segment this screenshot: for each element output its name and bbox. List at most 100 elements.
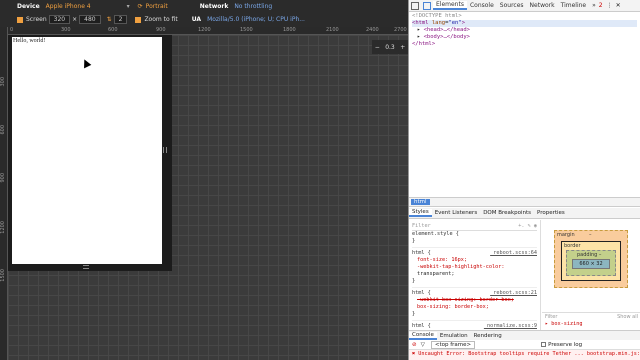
- swap-dimensions-icon[interactable]: ⇅: [107, 16, 112, 23]
- box-model-border[interactable]: border padding – 660 × 32: [561, 241, 621, 281]
- ruler-tick: 1200: [0, 221, 6, 234]
- more-tabs-button[interactable]: »: [589, 2, 599, 9]
- element-style-selector[interactable]: element.style {: [412, 231, 537, 238]
- zoom-out-button[interactable]: −: [375, 44, 380, 51]
- resize-handle-bottom[interactable]: [83, 265, 89, 269]
- tab-elements[interactable]: Elements: [433, 1, 467, 10]
- style-property-overridden[interactable]: -webkit-box-sizing: border-box;: [412, 297, 537, 304]
- mouse-cursor-icon: [80, 57, 92, 69]
- rule-close-brace: }: [412, 278, 416, 284]
- menu-icon[interactable]: ⋮: [607, 2, 613, 9]
- rule-close-brace: }: [412, 311, 416, 317]
- device-mode-icon[interactable]: [423, 1, 431, 10]
- show-all-checkbox[interactable]: Show all: [617, 314, 638, 320]
- ruler-top: 0 300 600 900 1200 1500 1800 2100 2400 2…: [8, 27, 408, 35]
- zoom-to-fit-label: Zoom to fit: [144, 16, 178, 23]
- breadcrumb: html: [409, 197, 640, 207]
- tab-event-listeners[interactable]: Event Listeners: [432, 210, 481, 216]
- box-model-padding[interactable]: padding – 660 × 32: [566, 250, 616, 276]
- tab-styles[interactable]: Styles: [409, 209, 432, 217]
- computed-filter[interactable]: Filter Show all: [542, 312, 640, 321]
- dom-head-node[interactable]: ▸ <head>…</head>: [412, 27, 637, 34]
- rotate-icon[interactable]: ⟳: [138, 3, 143, 10]
- tab-console[interactable]: Console: [467, 2, 497, 9]
- zoom-to-fit-checkbox[interactable]: [135, 16, 142, 23]
- rule1-source-link[interactable]: _reboot.scss:64: [490, 250, 537, 257]
- screen-checkbox[interactable]: [17, 16, 23, 23]
- orientation-button[interactable]: Portrait: [146, 3, 168, 10]
- ruler-tick: 1800: [283, 27, 296, 33]
- emulation-toolbar: Device Apple iPhone 4 ▾ ⟳ Portrait Netwo…: [0, 0, 408, 27]
- rule2-source-link[interactable]: _reboot.scss:21: [490, 290, 537, 297]
- filter-icon[interactable]: ▽: [421, 342, 425, 348]
- computed-filter-input[interactable]: Filter: [545, 314, 557, 320]
- error-count-badge[interactable]: 2: [599, 2, 603, 9]
- dom-html-close[interactable]: </html>: [412, 41, 637, 48]
- style-property[interactable]: box-sizing: border-box;: [412, 304, 537, 311]
- breadcrumb-item-html[interactable]: html: [411, 199, 430, 205]
- devtools-panel: Elements Console Sources Network Timelin…: [408, 0, 640, 360]
- tab-sources[interactable]: Sources: [497, 2, 527, 9]
- tab-timeline[interactable]: Timeline: [558, 2, 590, 9]
- rule3-selector[interactable]: html {: [412, 323, 431, 329]
- ruler-tick: 300: [61, 27, 71, 33]
- ua-input[interactable]: Mozilla/5.0 (iPhone; U; CPU iPh...: [207, 16, 305, 23]
- rule3-source-link[interactable]: _normalize.scss:9: [484, 323, 537, 330]
- ruler-tick: 0: [10, 27, 14, 33]
- tab-drawer-emulation[interactable]: Emulation: [437, 333, 471, 339]
- ruler-left: 300 600 900 1200 1500: [0, 27, 8, 360]
- dpr-input[interactable]: 2: [113, 15, 128, 24]
- screen-width-input[interactable]: 320: [48, 15, 71, 24]
- tab-network[interactable]: Network: [527, 2, 558, 9]
- box-model-content[interactable]: 660 × 32: [572, 259, 610, 269]
- add-rule-icon[interactable]: +. ✎ ◉: [518, 223, 537, 229]
- screen-x-separator: ×: [72, 16, 78, 23]
- box-model-padding-label: padding –: [577, 252, 602, 258]
- ruler-tick: 600: [0, 125, 6, 135]
- screen-label: Screen: [26, 16, 47, 23]
- ruler-tick: 2100: [326, 27, 339, 33]
- resize-handle-right[interactable]: [163, 147, 167, 153]
- clear-console-icon[interactable]: ⊘: [412, 342, 417, 348]
- style-property[interactable]: -webkit-tap-highlight-color:: [412, 264, 537, 271]
- ua-label: UA: [191, 16, 202, 23]
- rule2-selector[interactable]: html {: [412, 290, 431, 296]
- box-model-margin[interactable]: margin – border padding – 660 × 32: [554, 230, 628, 288]
- box-model: margin – border padding – 660 × 32 Filte…: [542, 220, 640, 330]
- dom-body-node[interactable]: ▸ <body>…</body>: [412, 34, 637, 41]
- style-property-value[interactable]: transparent;: [412, 271, 537, 278]
- inspect-icon[interactable]: [411, 1, 419, 10]
- preserve-log-checkbox[interactable]: [541, 342, 547, 347]
- device-label: Device: [17, 3, 40, 10]
- dom-tree: <!DOCTYPE html> <html lang="en"> ▸ <head…: [409, 12, 640, 197]
- network-select[interactable]: No throttling: [234, 3, 272, 10]
- device-viewport[interactable]: Hello, world!: [12, 37, 162, 264]
- dom-html-node[interactable]: <html lang="en">: [412, 20, 637, 27]
- rule1-selector[interactable]: html {: [412, 250, 431, 256]
- ruler-tick: 300: [0, 77, 6, 87]
- computed-property[interactable]: ▸ box-sizing: [545, 321, 582, 327]
- rule-close-brace: }: [412, 238, 416, 244]
- close-icon[interactable]: ✕: [616, 2, 621, 9]
- console-error-message[interactable]: ✖ Uncaught Error: Bootstrap tooltips req…: [409, 350, 640, 360]
- tab-properties[interactable]: Properties: [534, 210, 568, 216]
- tab-dom-breakpoints[interactable]: DOM Breakpoints: [480, 210, 534, 216]
- zoom-control: − 0.3 +: [372, 40, 408, 54]
- dom-doctype[interactable]: <!DOCTYPE html>: [412, 13, 637, 20]
- styles-filter-input[interactable]: Filter: [412, 223, 431, 229]
- ruler-tick: 1500: [240, 27, 253, 33]
- ruler-tick: 1200: [198, 27, 211, 33]
- tab-drawer-rendering[interactable]: Rendering: [471, 333, 505, 339]
- screen-height-input[interactable]: 480: [79, 15, 101, 24]
- emulation-canvas: Hello, world! − 0.3 +: [8, 35, 408, 360]
- style-property[interactable]: font-size: 16px;: [412, 257, 537, 264]
- styles-filter[interactable]: Filter +. ✎ ◉: [412, 222, 537, 231]
- frame-select[interactable]: <top frame>: [430, 340, 476, 349]
- device-select[interactable]: Apple iPhone 4: [46, 3, 91, 10]
- tab-drawer-console[interactable]: Console: [409, 331, 437, 340]
- chevron-down-icon[interactable]: ▾: [127, 3, 130, 10]
- zoom-in-button[interactable]: +: [400, 44, 405, 51]
- dom-html-tag: html: [415, 20, 429, 26]
- console-toolbar: ⊘ ▽ <top frame> Preserve log: [409, 340, 640, 350]
- styles-subtabs: Styles Event Listeners DOM Breakpoints P…: [409, 208, 640, 219]
